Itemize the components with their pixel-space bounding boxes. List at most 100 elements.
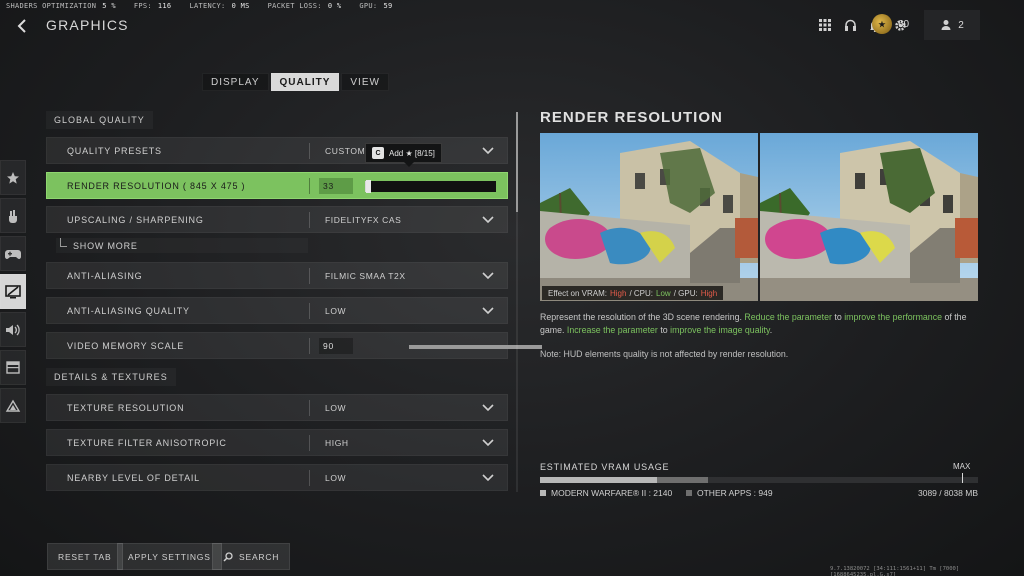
divider: [309, 400, 310, 416]
setting-upscaling-sharpening[interactable]: UPSCALING / SHARPENING FIDELITYFX CAS: [46, 206, 508, 233]
gamepad-icon: [5, 249, 21, 259]
stat-shaders: SHADERS OPTIMIZATION 5 %: [6, 2, 116, 10]
star-icon: [7, 171, 19, 184]
setting-render-resolution[interactable]: RENDER RESOLUTION ( 845 X 475 ) 33: [46, 172, 508, 199]
setting-label: TEXTURE RESOLUTION: [67, 402, 185, 413]
chevron-down-icon[interactable]: [481, 305, 495, 317]
settings-category-nav: [0, 160, 26, 423]
vram-legend-other: OTHER APPS : 949: [686, 488, 773, 498]
search-icon: [223, 551, 233, 562]
effect-summary: Effect on VRAM: High / CPU: Low / GPU: H…: [542, 286, 724, 300]
favorite-tooltip: C Add ★ [8/15]: [365, 143, 442, 167]
back-button[interactable]: [12, 14, 32, 38]
setting-label: ANTI-ALIASING: [67, 270, 143, 281]
settings-scrollbar-thumb[interactable]: [516, 112, 518, 212]
section-global-quality: GLOBAL QUALITY: [46, 111, 153, 129]
video-memory-scale-slider[interactable]: [409, 345, 542, 349]
setting-value: LOW: [325, 402, 347, 413]
reset-tab-button[interactable]: RESET TAB: [47, 543, 123, 570]
divider: [309, 470, 310, 486]
chevron-down-icon[interactable]: [481, 472, 495, 484]
slider-thumb[interactable]: [365, 180, 371, 193]
vram-other-fill: [656, 477, 709, 483]
player-level[interactable]: ★ 60: [872, 14, 909, 34]
setting-label: UPSCALING / SHARPENING: [67, 214, 204, 225]
setting-label: VIDEO MEMORY SCALE: [67, 340, 185, 351]
tooltip-text: Add ★ [8/15]: [389, 148, 435, 158]
party-icon: [941, 20, 951, 30]
nav-controller[interactable]: [0, 236, 26, 271]
stat-gpu: GPU: 59: [359, 2, 393, 10]
setting-note: Note: HUD elements quality is not affect…: [540, 349, 789, 359]
chevron-down-icon[interactable]: [481, 214, 495, 226]
divider: [309, 212, 310, 228]
tab-quality[interactable]: QUALITY: [270, 73, 340, 91]
window-icon: [6, 361, 20, 374]
vram-title: ESTIMATED VRAM USAGE: [540, 462, 670, 472]
preview-image-low: [540, 133, 758, 301]
tab-display[interactable]: DISPLAY: [202, 73, 269, 91]
render-resolution-input[interactable]: 33: [319, 178, 353, 194]
vram-legend-mw: MODERN WARFARE® II : 2140: [540, 488, 672, 498]
signal-icon: [5, 399, 21, 412]
stat-fps: FPS: 116: [133, 2, 172, 10]
vram-mw-fill: [540, 477, 657, 483]
party-count: 2: [958, 19, 964, 31]
vram-max-label: MAX: [953, 462, 971, 471]
chevron-down-icon[interactable]: [481, 145, 495, 157]
nav-audio[interactable]: [0, 312, 26, 347]
tab-view[interactable]: VIEW: [341, 73, 389, 91]
chevron-down-icon[interactable]: [481, 402, 495, 414]
effect-gpu: High: [700, 288, 718, 298]
setting-texture-filter-anisotropic[interactable]: TEXTURE FILTER ANISOTROPIC HIGH: [46, 429, 508, 456]
speaker-icon: [6, 324, 20, 335]
setting-value: FILMIC SMAA T2X: [325, 270, 406, 281]
chevron-down-icon[interactable]: [481, 270, 495, 282]
preview-image-high: [760, 133, 978, 301]
search-button[interactable]: SEARCH: [212, 543, 291, 570]
setting-video-memory-scale[interactable]: VIDEO MEMORY SCALE 90: [46, 332, 542, 359]
divider: [309, 338, 310, 354]
vram-total: 3089 / 8038 MB: [917, 488, 978, 498]
divider: [309, 435, 310, 451]
nav-mouse-controller[interactable]: [0, 198, 26, 233]
nav-interface[interactable]: [0, 350, 26, 385]
divider: [309, 268, 310, 284]
divider: [309, 143, 310, 159]
build-info: 9.7.13820072 [34:111:1561+11] Tm [7000][…: [830, 566, 960, 576]
section-details-textures: DETAILS & TEXTURES: [46, 368, 176, 386]
setting-value: LOW: [325, 472, 347, 483]
level-number: 60: [898, 18, 910, 30]
headset-icon[interactable]: [842, 17, 858, 33]
chevron-down-icon[interactable]: [481, 437, 495, 449]
setting-nearby-level-of-detail[interactable]: NEARBY LEVEL OF DETAIL LOW: [46, 464, 508, 491]
apply-settings-button[interactable]: APPLY SETTINGS: [117, 543, 222, 570]
stat-packet-loss: PACKET LOSS: 0 %: [267, 2, 342, 10]
setting-description: Represent the resolution of the 3D scene…: [540, 312, 967, 335]
nav-favorites[interactable]: [0, 160, 26, 195]
setting-texture-resolution[interactable]: TEXTURE RESOLUTION LOW: [46, 394, 508, 421]
hand-icon: [9, 209, 17, 223]
setting-anti-aliasing-quality[interactable]: ANTI-ALIASING QUALITY LOW: [46, 297, 508, 324]
setting-label: TEXTURE FILTER ANISOTROPIC: [67, 437, 227, 448]
grid-icon[interactable]: [817, 17, 833, 33]
setting-label: ANTI-ALIASING QUALITY: [67, 305, 190, 316]
rank-badge-icon: ★: [872, 14, 892, 34]
setting-anti-aliasing[interactable]: ANTI-ALIASING FILMIC SMAA T2X: [46, 262, 508, 289]
video-memory-scale-input[interactable]: 90: [319, 338, 353, 354]
effect-vram: High: [610, 288, 627, 298]
party-button[interactable]: 2: [924, 10, 980, 40]
render-resolution-slider[interactable]: [365, 180, 496, 193]
performance-stats: SHADERS OPTIMIZATION 5 % FPS: 116 LATENCY:…: [6, 2, 410, 12]
key-c-icon: C: [372, 147, 384, 159]
divider: [309, 178, 310, 194]
nav-account-network[interactable]: [0, 388, 26, 423]
setting-label: NEARBY LEVEL OF DETAIL: [67, 472, 200, 483]
setting-value: CUSTOM: [325, 145, 366, 156]
setting-label: RENDER RESOLUTION ( 845 X 475 ): [67, 180, 246, 191]
vram-usage-bar: [540, 473, 978, 483]
nav-graphics[interactable]: [0, 274, 26, 309]
setting-label: QUALITY PRESETS: [67, 145, 162, 156]
show-more-button[interactable]: SHOW MORE: [56, 238, 308, 253]
setting-value: LOW: [325, 305, 347, 316]
